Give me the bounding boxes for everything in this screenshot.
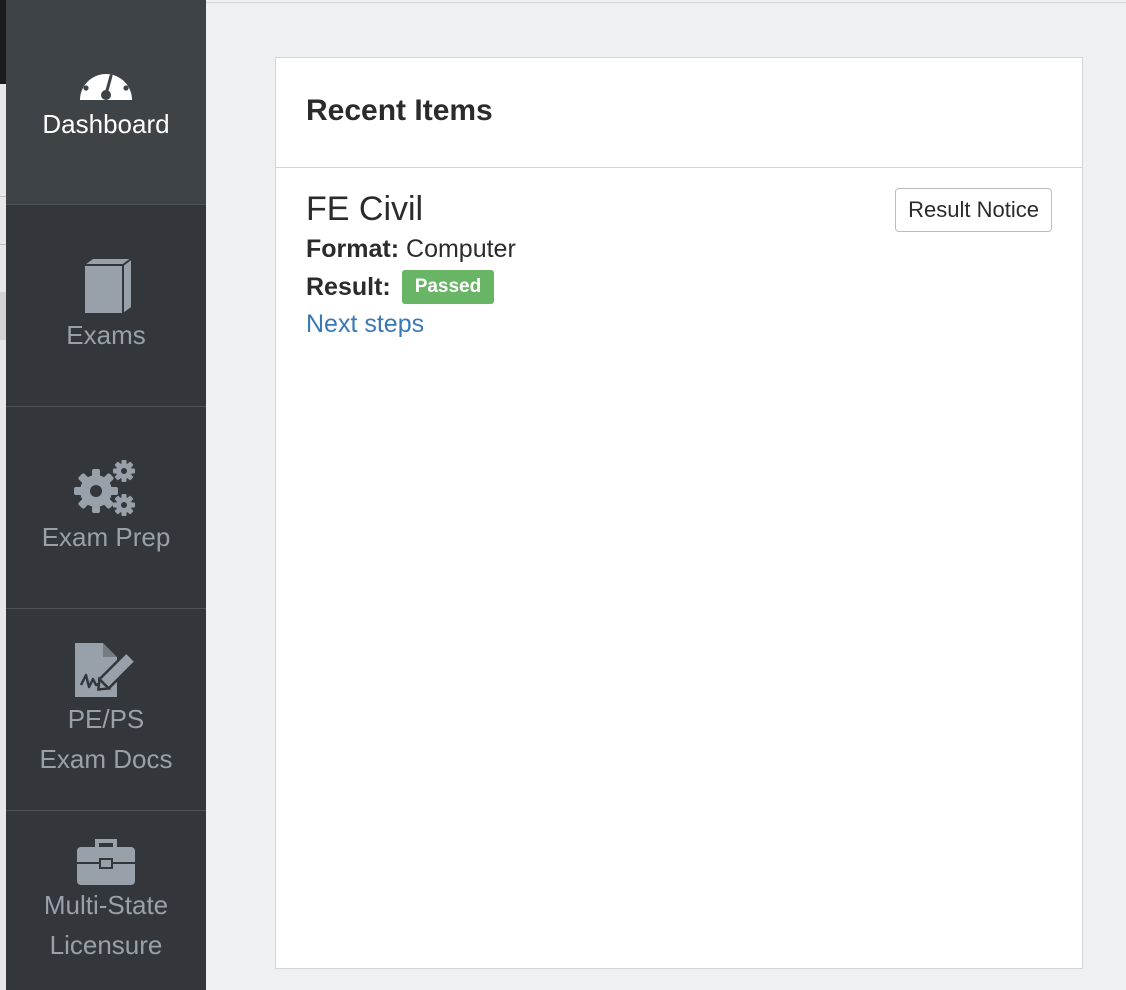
result-notice-button[interactable]: Result Notice bbox=[895, 188, 1052, 232]
card-header: Recent Items bbox=[276, 58, 1082, 168]
recent-item: Result Notice FE Civil Format: Computer … bbox=[276, 168, 1082, 342]
dashboard-gauge-icon bbox=[80, 66, 132, 100]
format-label: Format: bbox=[306, 235, 400, 263]
gears-icon bbox=[74, 459, 135, 516]
content-top-divider bbox=[206, 2, 1126, 3]
format-value: Computer bbox=[406, 235, 516, 263]
recent-items-card: Recent Items Result Notice FE Civil Form… bbox=[275, 57, 1083, 969]
sidebar-nav: Dashboard Exams Exam Prep PE/PS Exam Doc… bbox=[6, 0, 206, 990]
card-title: Recent Items bbox=[306, 93, 493, 127]
sidebar-item-dashboard[interactable]: Dashboard bbox=[6, 0, 206, 205]
sidebar-item-pe-ps-exam-docs[interactable]: PE/PS Exam Docs bbox=[6, 609, 206, 811]
sidebar-item-label: Exam Prep bbox=[41, 521, 171, 552]
next-steps-link[interactable]: Next steps bbox=[306, 306, 424, 342]
sidebar-item-multi-state-licensure[interactable]: Multi-State Licensure bbox=[6, 811, 206, 990]
result-row: Result: Passed bbox=[306, 268, 1052, 306]
signed-document-icon bbox=[75, 642, 138, 697]
sidebar-item-label: Multi-State Licensure bbox=[43, 889, 169, 960]
sidebar-item-exam-prep[interactable]: Exam Prep bbox=[6, 407, 206, 609]
result-label: Result: bbox=[306, 273, 391, 301]
sidebar-item-exams[interactable]: Exams bbox=[6, 205, 206, 407]
format-row: Format: Computer bbox=[306, 230, 1052, 268]
book-icon bbox=[85, 257, 132, 313]
sidebar-item-label: Exams bbox=[66, 319, 146, 350]
sidebar-item-label: PE/PS Exam Docs bbox=[39, 703, 173, 774]
sidebar-item-label: Dashboard bbox=[42, 109, 170, 139]
briefcase-icon bbox=[77, 838, 135, 885]
result-status-badge: Passed bbox=[401, 270, 495, 304]
